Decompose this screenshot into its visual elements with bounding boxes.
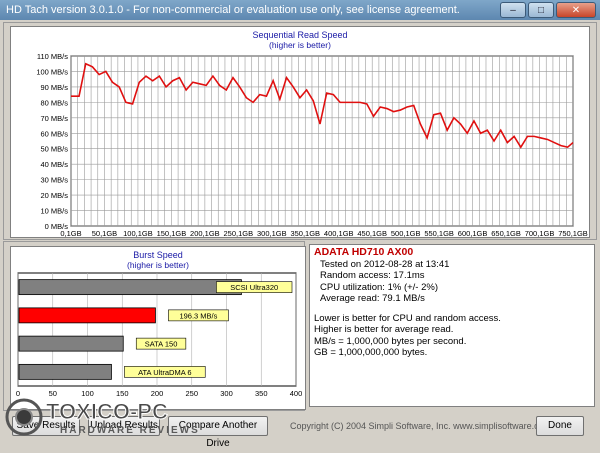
x-tick-label: 100,1GB (123, 229, 153, 237)
x-tick-label: 50,1GB (92, 229, 117, 237)
burst-x-tick-label: 350 (255, 389, 268, 398)
y-tick-label: 90 MB/s (40, 83, 68, 92)
x-tick-label: 600,1GB (458, 229, 488, 237)
x-tick-label: 400,1GB (324, 229, 354, 237)
x-tick-label: 150,1GB (157, 229, 187, 237)
svg-text:TOXICO-PC: TOXICO-PC (46, 399, 168, 424)
burst-bar-label: SCSI Ultra320 (230, 283, 278, 292)
x-tick-label: 250,1GB (224, 229, 254, 237)
x-tick-label: 350,1GB (290, 229, 320, 237)
results-panel: ADATA HD710 AX00 Tested on 2012-08-28 at… (309, 244, 595, 407)
copyright-text: Copyright (C) 2004 Simpli Software, Inc.… (290, 421, 552, 431)
x-tick-label: 550,1GB (424, 229, 454, 237)
y-tick-label: 60 MB/s (40, 129, 68, 138)
burst-x-tick-label: 400 (290, 389, 303, 398)
y-tick-label: 30 MB/s (40, 176, 68, 185)
minimize-button[interactable]: – (500, 2, 526, 18)
burst-title: Burst Speed (133, 250, 183, 260)
y-tick-label: 110 MB/s (37, 52, 68, 61)
chart-subtitle: (higher is better) (269, 40, 331, 50)
note-gb-definition: GB = 1,000,000,000 bytes. (314, 347, 428, 358)
note-higher-better: Higher is better for average read. (314, 324, 454, 335)
burst-bar (18, 307, 156, 324)
average-read: Average read: 79.1 MB/s (320, 293, 425, 304)
window-title: HD Tach version 3.0.1.0 - For non-commer… (6, 4, 460, 16)
x-tick-label: 300,1GB (257, 229, 287, 237)
burst-chart-panel: Burst Speed (higher is better) SCSI Ultr… (10, 246, 306, 410)
y-tick-label: 50 MB/s (40, 145, 68, 154)
sequential-chart: Sequential Read Speed (higher is better)… (36, 30, 588, 238)
x-tick-label: 0,1GB (60, 229, 81, 237)
y-tick-label: 70 MB/s (40, 114, 68, 123)
toxico-pc-logo: TOXICO-PC HARDWARE REVIEWS (5, 398, 200, 436)
burst-bar (18, 335, 124, 352)
tested-date: Tested on 2012-08-28 at 13:41 (320, 258, 450, 270)
done-button[interactable]: Done (536, 416, 584, 436)
note-mbs-definition: MB/s = 1,000,000 bytes per second. (314, 335, 467, 347)
x-tick-label: 650,1GB (491, 229, 521, 237)
burst-chart: Burst Speed (higher is better) SCSI Ultr… (16, 250, 303, 398)
random-access: Random access: 17.1ms (320, 270, 425, 281)
burst-bar (18, 279, 242, 296)
burst-bar-label: 196.3 MB/s (179, 311, 217, 320)
burst-subtitle: (higher is better) (127, 260, 189, 270)
y-tick-label: 40 MB/s (40, 160, 68, 169)
maximize-button[interactable]: □ (528, 2, 554, 18)
drive-name: ADATA HD710 AX00 (314, 246, 414, 258)
plot-area (70, 55, 574, 227)
y-tick-label: 80 MB/s (40, 98, 68, 107)
y-tick-label: 20 MB/s (40, 191, 68, 200)
burst-bar-label: ATA UltraDMA 6 (138, 368, 192, 377)
title-bar: HD Tach version 3.0.1.0 - For non-commer… (0, 0, 600, 20)
x-tick-label: 750,1GB (558, 229, 588, 237)
x-tick-label: 700,1GB (525, 229, 555, 237)
x-tick-label: 500,1GB (391, 229, 421, 237)
cpu-utilization: CPU utilization: 1% (+/- 2%) (320, 281, 438, 293)
burst-bar-label: SATA 150 (145, 340, 178, 349)
chart-title: Sequential Read Speed (252, 30, 347, 40)
svg-text:HARDWARE REVIEWS: HARDWARE REVIEWS (60, 425, 200, 436)
burst-bar (18, 363, 112, 380)
x-tick-label: 200,1GB (190, 229, 220, 237)
y-tick-label: 10 MB/s (40, 207, 68, 216)
sequential-chart-panel: Sequential Read Speed (higher is better)… (10, 26, 590, 238)
y-tick-label: 100 MB/s (36, 67, 68, 76)
close-button[interactable]: ✕ (556, 2, 596, 18)
x-tick-label: 450,1GB (357, 229, 387, 237)
note-lower-better: Lower is better for CPU and random acces… (314, 312, 501, 324)
